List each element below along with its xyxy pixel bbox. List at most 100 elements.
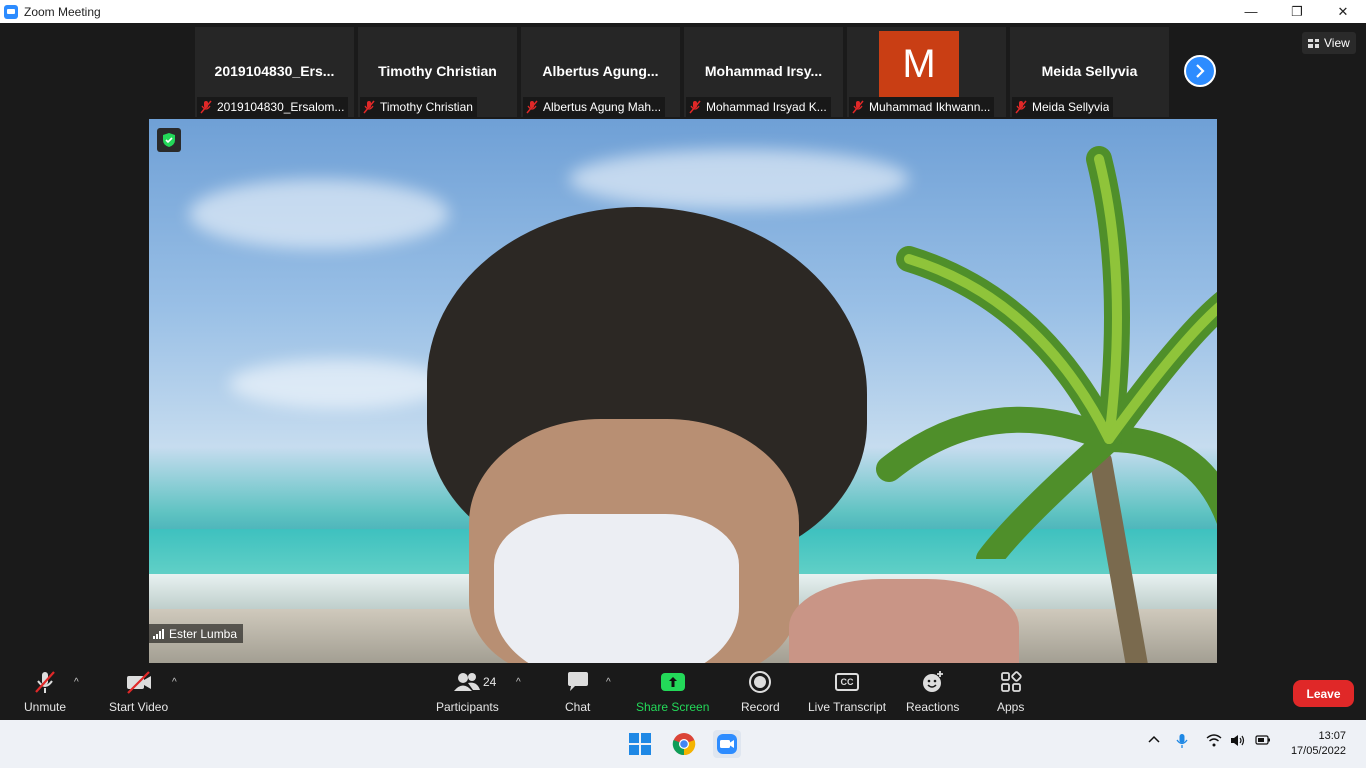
video-off-icon: [126, 671, 151, 694]
record-button[interactable]: Record: [741, 669, 780, 714]
gallery-strip: 2019104830_Ers... 2019104830_Ersalom... …: [195, 27, 1169, 117]
share-screen-icon: [660, 673, 685, 691]
muted-mic-icon: [35, 671, 55, 693]
reactions-button[interactable]: Reactions: [906, 669, 959, 714]
palm-leaves: [876, 146, 1217, 559]
audio-options-caret-icon[interactable]: ^: [74, 677, 84, 688]
chrome-icon[interactable]: [670, 730, 698, 758]
person-shirt: [789, 579, 1019, 666]
participant-tile[interactable]: Meida Sellyvia Meida Sellyvia: [1010, 27, 1169, 117]
muted-mic-icon: [200, 100, 212, 114]
start-video-label: Start Video: [109, 700, 169, 714]
participant-label: Albertus Agung Mah...: [523, 97, 666, 117]
microphone-tray-icon[interactable]: [1176, 733, 1188, 752]
speaker-name: Ester Lumba: [169, 626, 238, 641]
participant-label-text: Mohammad Irsyad K...: [706, 100, 827, 114]
participant-display-name: Mohammad Irsy...: [704, 63, 823, 79]
participant-label-text: Muhammad Ikhwann...: [869, 100, 991, 114]
chat-label: Chat: [565, 700, 591, 714]
clock-date: 17/05/2022: [1290, 745, 1346, 757]
participant-label: Mohammad Irsyad K...: [686, 97, 831, 117]
sky-cloud: [229, 359, 449, 409]
participant-display-name: Timothy Christian: [378, 63, 497, 79]
start-menu-icon[interactable]: [626, 730, 654, 758]
closed-caption-icon: CC: [835, 673, 860, 691]
muted-mic-icon: [1015, 100, 1027, 114]
participants-label: Participants: [436, 700, 499, 714]
system-clock[interactable]: 13:07 17/05/2022: [1291, 729, 1346, 759]
chat-button[interactable]: Chat: [565, 669, 590, 714]
muted-mic-icon: [526, 100, 538, 114]
muted-mic-icon: [689, 100, 701, 114]
chat-icon: [567, 672, 588, 691]
battery-icon[interactable]: [1255, 734, 1271, 749]
speaker-name-badge: Ester Lumba: [149, 624, 244, 643]
participant-tile[interactable]: 2019104830_Ers... 2019104830_Ersalom...: [195, 27, 354, 117]
view-button-label: View: [1324, 36, 1350, 50]
sky-cloud: [189, 179, 449, 249]
participants-icon: [454, 673, 481, 691]
participant-tile[interactable]: M Muhammad Ikhwann...: [847, 27, 1006, 117]
participant-label-text: Meida Sellyvia: [1032, 100, 1110, 114]
reactions-label: Reactions: [906, 700, 960, 714]
meeting-toolbar: Unmute ^ Start Video ^ Participants 24 ^…: [0, 663, 1366, 720]
share-screen-button[interactable]: Share Screen: [636, 669, 709, 714]
record-label: Record: [741, 700, 780, 714]
participant-label: Muhammad Ikhwann...: [849, 97, 995, 117]
participant-display-name: Albertus Agung...: [542, 63, 659, 79]
restore-button[interactable]: ❐: [1274, 0, 1320, 23]
chat-options-caret-icon[interactable]: ^: [606, 677, 616, 688]
minimize-button[interactable]: —: [1228, 0, 1274, 23]
live-transcript-label: Live Transcript: [808, 700, 887, 714]
show-hidden-icons-chevron-icon[interactable]: [1148, 734, 1160, 749]
participant-label: 2019104830_Ersalom...: [197, 97, 349, 117]
participant-label-text: 2019104830_Ersalom...: [217, 100, 345, 114]
live-transcript-button[interactable]: CC Live Transcript: [808, 669, 886, 714]
window-title: Zoom Meeting: [24, 4, 101, 19]
participant-tile[interactable]: Mohammad Irsy... Mohammad Irsyad K...: [684, 27, 843, 117]
unmute-label: Unmute: [24, 700, 67, 714]
participant-label: Meida Sellyvia: [1012, 97, 1114, 117]
participant-label-text: Albertus Agung Mah...: [543, 100, 662, 114]
clock-time: 13:07: [1318, 730, 1346, 742]
apps-button[interactable]: Apps: [997, 669, 1024, 714]
participant-tile[interactable]: Albertus Agung... Albertus Agung Mah...: [521, 27, 680, 117]
chevron-right-icon: [1196, 64, 1205, 78]
participant-display-name: Meida Sellyvia: [1041, 63, 1138, 79]
signal-strength-icon: [153, 628, 164, 639]
add-reaction-icon: [922, 671, 943, 692]
window-controls: — ❐ ✕: [1228, 0, 1366, 23]
participants-options-caret-icon[interactable]: ^: [516, 677, 526, 688]
apps-label: Apps: [997, 700, 1025, 714]
participant-display-name: 2019104830_Ers...: [214, 63, 335, 79]
wifi-icon[interactable]: [1206, 734, 1222, 750]
face-mask: [494, 514, 739, 666]
zoom-app-icon: [4, 4, 18, 19]
window-title-bar: Zoom Meeting — ❐ ✕: [0, 0, 1366, 23]
muted-mic-icon: [363, 100, 375, 114]
muted-mic-icon: [852, 100, 864, 114]
grid-view-icon: [1308, 38, 1319, 48]
share-screen-label: Share Screen: [636, 700, 710, 714]
start-video-button[interactable]: Start Video: [109, 669, 168, 714]
next-page-button[interactable]: [1184, 55, 1216, 87]
unmute-button[interactable]: Unmute: [24, 669, 66, 714]
participant-label: Timothy Christian: [360, 97, 477, 117]
volume-icon[interactable]: [1230, 734, 1246, 750]
active-speaker-video[interactable]: [149, 119, 1217, 666]
leave-button[interactable]: Leave: [1293, 680, 1354, 707]
sky-cloud: [569, 149, 909, 209]
participant-label-text: Timothy Christian: [380, 100, 473, 114]
apps-icon: [1000, 671, 1022, 692]
record-icon: [749, 671, 772, 693]
encryption-shield-icon[interactable]: [157, 128, 181, 152]
video-options-caret-icon[interactable]: ^: [172, 677, 182, 688]
participant-tile[interactable]: Timothy Christian Timothy Christian: [358, 27, 517, 117]
participant-count: 24: [483, 675, 497, 689]
meeting-stage: 2019104830_Ers... 2019104830_Ersalom... …: [0, 23, 1366, 666]
close-button[interactable]: ✕: [1320, 0, 1366, 23]
avatar: M: [879, 31, 959, 97]
view-button[interactable]: View: [1302, 32, 1356, 54]
zoom-taskbar-icon[interactable]: [713, 730, 741, 758]
windows-taskbar: 13:07 17/05/2022: [0, 720, 1366, 768]
